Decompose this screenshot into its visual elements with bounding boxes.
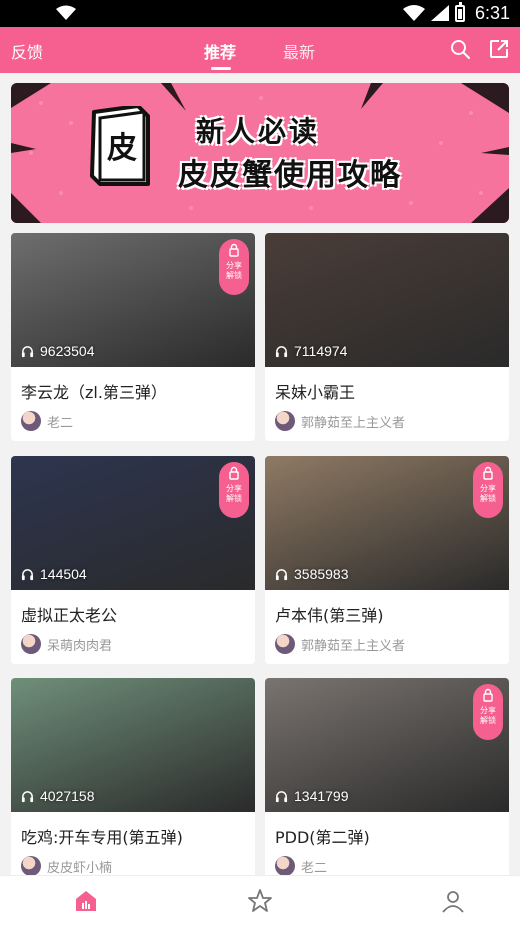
author-name: 老二 bbox=[301, 860, 328, 876]
avatar bbox=[21, 634, 41, 654]
author-name: 老二 bbox=[47, 415, 74, 431]
card-title: 虚拟正太老公 bbox=[21, 606, 118, 625]
play-count-value: 9623504 bbox=[40, 343, 95, 359]
share-unlock-badge[interactable]: 分享 解锁 bbox=[219, 239, 249, 295]
wifi-icon bbox=[402, 5, 425, 21]
play-count: 144504 bbox=[21, 566, 87, 582]
lock-label-top: 分享 bbox=[226, 261, 242, 270]
lock-label-top: 分享 bbox=[480, 706, 496, 715]
tab-indicator bbox=[211, 67, 231, 70]
card-author[interactable]: 郭静茹至上主义者 bbox=[275, 634, 405, 654]
share-unlock-badge[interactable]: 分享 解锁 bbox=[219, 462, 249, 518]
search-icon[interactable] bbox=[450, 39, 470, 59]
book-icon: 皮 bbox=[90, 106, 150, 186]
tab-latest[interactable]: 最新 bbox=[283, 39, 315, 63]
clock: 6:31 bbox=[474, 2, 510, 23]
card-author[interactable]: 老二 bbox=[21, 411, 73, 431]
book-char: 皮 bbox=[107, 131, 137, 166]
home-icon[interactable] bbox=[73, 888, 99, 914]
card-author[interactable]: 呆萌肉肉君 bbox=[21, 634, 112, 654]
lock-icon bbox=[483, 466, 493, 480]
card-title: 呆妹小霸王 bbox=[275, 383, 356, 402]
status-bar: 6:31 bbox=[0, 0, 520, 27]
share-unlock-badge[interactable]: 分享 解锁 bbox=[473, 462, 503, 518]
bottom-nav bbox=[0, 875, 520, 925]
card-title: 卢本伟(第三弹) bbox=[275, 606, 384, 625]
play-count: 9623504 bbox=[21, 343, 95, 359]
content-card[interactable]: 3585983 分享 解锁卢本伟(第三弹) 郭静茹至上主义者 bbox=[265, 456, 509, 664]
headphones-icon bbox=[21, 790, 34, 802]
avatar bbox=[21, 856, 41, 876]
profile-icon[interactable] bbox=[440, 888, 466, 914]
share-unlock-badge[interactable]: 分享 解锁 bbox=[473, 684, 503, 740]
lock-label-top: 分享 bbox=[226, 484, 242, 493]
author-name: 皮皮虾小楠 bbox=[47, 860, 113, 876]
card-author[interactable]: 皮皮虾小楠 bbox=[21, 856, 112, 876]
play-count-value: 7114974 bbox=[294, 343, 348, 359]
content-card[interactable]: 144504 分享 解锁虚拟正太老公呆萌肉肉君 bbox=[11, 456, 255, 664]
battery-icon bbox=[454, 1, 465, 22]
avatar bbox=[275, 856, 295, 876]
lock-label-bottom: 解锁 bbox=[480, 494, 496, 503]
content-card[interactable]: 9623504 分享 解锁李云龙（zl.第三弹） 老二 bbox=[11, 233, 255, 441]
card-title: PDD(第二弹) bbox=[275, 828, 370, 847]
lock-icon bbox=[483, 688, 493, 702]
avatar bbox=[275, 634, 295, 654]
lock-label-top: 分享 bbox=[480, 484, 496, 493]
lock-icon bbox=[229, 243, 239, 257]
play-count: 1341799 bbox=[275, 788, 349, 804]
star-icon[interactable] bbox=[247, 888, 273, 914]
author-name: 郭静茹至上主义者 bbox=[301, 638, 406, 654]
play-count: 4027158 bbox=[21, 788, 95, 804]
wifi-icon bbox=[56, 5, 76, 20]
content-card[interactable]: 7114974 呆妹小霸王郭静茹至上主义者 bbox=[265, 233, 509, 441]
card-title: 李云龙（zl.第三弹） bbox=[21, 383, 167, 402]
card-title: 吃鸡:开车专用(第五弹) bbox=[21, 828, 183, 847]
tab-recommended[interactable]: 推荐 bbox=[204, 39, 236, 63]
play-count-value: 4027158 bbox=[40, 788, 95, 804]
lock-icon bbox=[229, 466, 239, 480]
card-author[interactable]: 郭静茹至上主义者 bbox=[275, 411, 405, 431]
headphones-icon bbox=[275, 568, 288, 580]
content-card[interactable]: 1341799 分享 解锁 PDD(第二弹) 老二 bbox=[265, 678, 509, 886]
play-count-value: 1341799 bbox=[294, 788, 349, 804]
author-name: 郭静茹至上主义者 bbox=[301, 415, 406, 431]
feedback-button[interactable]: 反馈 bbox=[11, 39, 43, 63]
avatar bbox=[21, 411, 41, 431]
card-author[interactable]: 老二 bbox=[275, 856, 327, 876]
top-bar: 反馈 推荐 最新 bbox=[0, 27, 520, 73]
play-count-value: 144504 bbox=[40, 566, 87, 582]
signal-icon bbox=[430, 5, 449, 21]
headphones-icon bbox=[21, 568, 34, 580]
play-count: 3585983 bbox=[275, 566, 349, 582]
headphones-icon bbox=[275, 790, 288, 802]
play-count: 7114974 bbox=[275, 343, 347, 359]
play-count-value: 3585983 bbox=[294, 566, 349, 582]
lock-label-bottom: 解锁 bbox=[226, 271, 242, 280]
author-name: 呆萌肉肉君 bbox=[47, 638, 113, 654]
avatar bbox=[275, 411, 295, 431]
headphones-icon bbox=[21, 345, 34, 357]
headphones-icon bbox=[275, 345, 288, 357]
guide-banner[interactable]: 皮 bbox=[11, 83, 509, 223]
lock-label-bottom: 解锁 bbox=[480, 716, 496, 725]
compose-icon[interactable] bbox=[489, 39, 509, 59]
content-card[interactable]: 4027158 吃鸡:开车专用(第五弹) 皮皮虾小楠 bbox=[11, 678, 255, 886]
lock-label-bottom: 解锁 bbox=[226, 494, 242, 503]
